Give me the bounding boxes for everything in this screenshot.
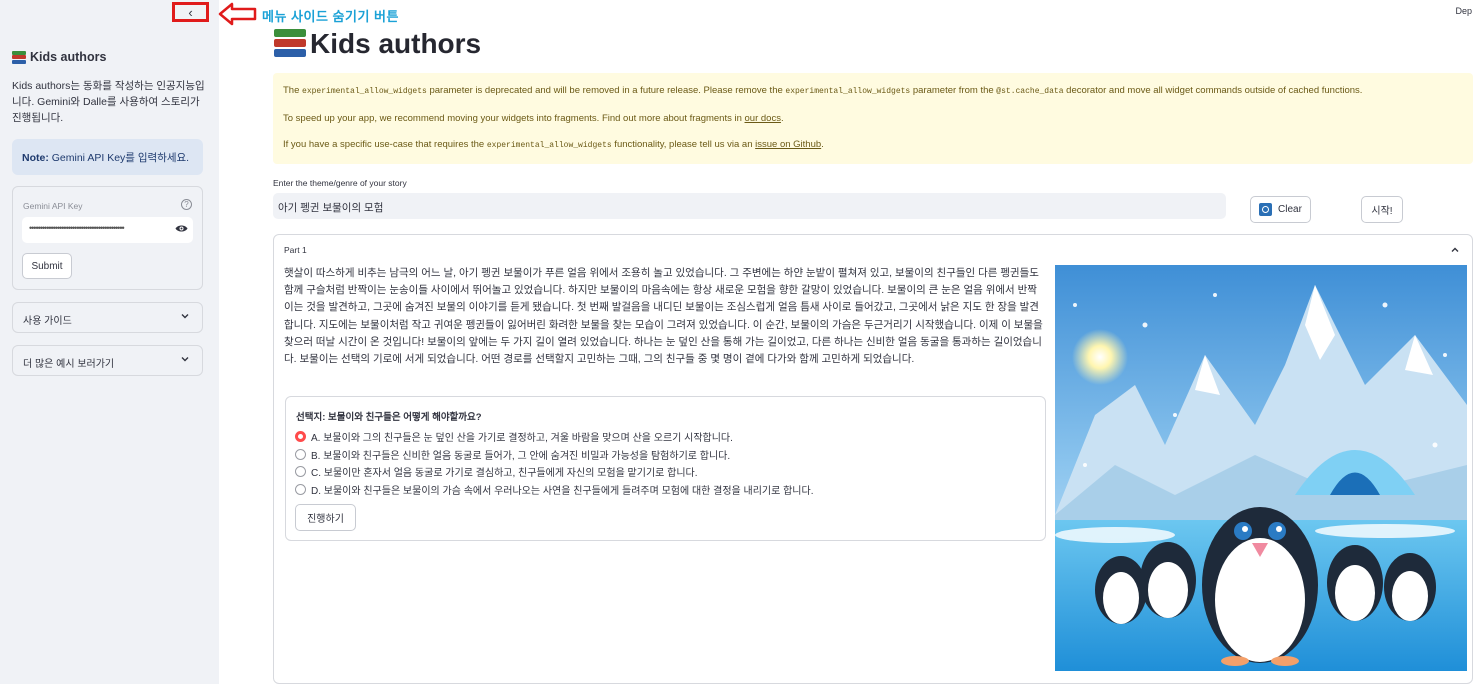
expander-label: 더 많은 예시 보러가기 (23, 359, 115, 370)
page-title: Kids authors (274, 28, 481, 60)
warning-line-3: If you have a specific use-case that req… (283, 139, 824, 150)
help-icon[interactable]: ? (181, 199, 192, 210)
api-key-label: Gemini API Key (23, 201, 83, 211)
theme-input[interactable]: 아기 펭귄 보물이의 모험 (273, 193, 1226, 219)
sidebar-title: Kids authors (12, 50, 106, 64)
warning-line-2: To speed up your app, we recommend movin… (283, 112, 784, 124)
story-illustration (1055, 265, 1467, 671)
expander-usage-guide[interactable]: 사용 가이드 (12, 302, 203, 333)
radio[interactable] (295, 483, 306, 495)
books-icon (12, 50, 26, 64)
option-c[interactable]: C. 보물이만 혼자서 얼음 동굴로 가기로 결심하고, 친구들에게 자신의 모… (295, 463, 813, 481)
option-b[interactable]: B. 보물이와 친구들은 신비한 얼음 동굴로 들어가, 그 안에 숨겨진 비밀… (295, 446, 813, 464)
sidebar-title-text: Kids authors (30, 50, 107, 64)
sidebar: Kids authors Kids authors는 동화를 작성하는 인공지능… (0, 0, 219, 684)
theme-label: Enter the theme/genre of your story (273, 178, 407, 188)
choice-options: A. 보물이와 그의 친구들은 눈 덮인 산을 가기로 결정하고, 겨울 바람을… (295, 428, 813, 498)
warning-line-1: The experimental_allow_widgets parameter… (283, 85, 1363, 96)
start-button[interactable]: 시작! (1361, 196, 1403, 223)
story-text: 햇살이 따스하게 비추는 남극의 어느 날, 아기 펭귄 보물이가 푸른 얼음 … (284, 267, 1043, 366)
docs-link[interactable]: our docs (745, 113, 781, 124)
deprecation-warning: The experimental_allow_widgets parameter… (273, 73, 1473, 164)
eye-icon[interactable] (175, 224, 188, 233)
chevron-down-icon (181, 357, 189, 362)
books-icon (274, 29, 306, 59)
radio[interactable] (295, 466, 306, 478)
option-a[interactable]: A. 보물이와 그의 친구들은 눈 덮인 산을 가기로 결정하고, 겨울 바람을… (295, 428, 813, 446)
note-strong: Note: (22, 152, 49, 164)
github-issue-link[interactable]: issue on Github (755, 139, 821, 150)
clear-label: Clear (1278, 204, 1302, 215)
clear-button[interactable]: Clear (1250, 196, 1311, 223)
choice-form: 선택지: 보물이와 친구들은 어떻게 해야할까요? A. 보물이와 그의 친구들… (285, 396, 1046, 541)
radio-selected[interactable] (295, 431, 306, 443)
expander-more-examples[interactable]: 더 많은 예시 보러가기 (12, 345, 203, 376)
sidebar-description: Kids authors는 동화를 작성하는 인공지능입니다. Gemini와 … (12, 80, 205, 124)
red-arrow-icon (218, 2, 257, 26)
submit-button[interactable]: Submit (22, 253, 72, 279)
deploy-button[interactable]: Dep (1455, 6, 1472, 16)
option-d[interactable]: D. 보물이와 친구들은 보물이의 가슴 속에서 우러나오는 사연을 친구들에게… (295, 481, 813, 499)
chevron-up-icon[interactable] (1450, 245, 1460, 255)
proceed-button[interactable]: 진행하기 (295, 504, 356, 531)
note-text: Gemini API Key를 입력하세요. (48, 152, 190, 164)
part-expander: Part 1 햇살이 따스하게 비추는 남극의 어느 날, 아기 펭귄 보물이가… (273, 234, 1473, 684)
annotation-label: 메뉴 사이드 숨기기 버튼 (262, 9, 399, 24)
part-label[interactable]: Part 1 (284, 245, 307, 255)
expander-label: 사용 가이드 (23, 316, 72, 327)
chevron-down-icon (181, 314, 189, 319)
api-key-form: Gemini API Key ? •••••••••••••••••••••••… (12, 186, 203, 290)
choice-question: 선택지: 보물이와 친구들은 어떻게 해야할까요? (296, 412, 482, 423)
page-title-text: Kids authors (310, 28, 482, 59)
api-key-input[interactable]: ••••••••••••••••••••••••••••••••••••••••… (22, 217, 193, 243)
api-key-note: Note: Gemini API Key를 입력하세요. (12, 139, 203, 175)
clear-icon (1259, 203, 1273, 216)
collapse-sidebar-button[interactable]: ‹ (172, 2, 209, 22)
radio[interactable] (295, 448, 306, 460)
